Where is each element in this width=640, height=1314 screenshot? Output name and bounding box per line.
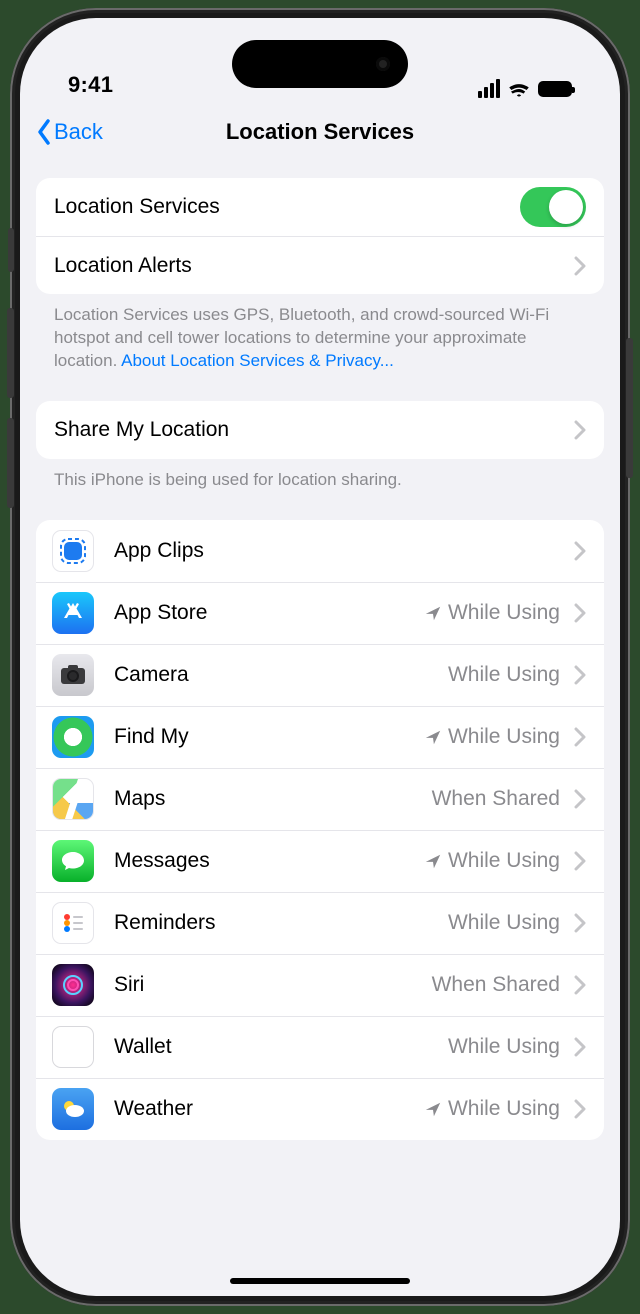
location-services-toggle-row[interactable]: Location Services	[36, 178, 604, 236]
settings-group-main: Location Services Location Alerts	[36, 178, 604, 294]
app-row-camera[interactable]: CameraWhile Using	[36, 644, 604, 706]
messages-app-icon	[52, 840, 94, 882]
app-row-siri[interactable]: SiriWhen Shared	[36, 954, 604, 1016]
chevron-right-icon	[574, 1037, 586, 1057]
app-status-label: While Using	[448, 1035, 560, 1059]
app-name-label: App Clips	[114, 539, 560, 563]
app-row-findmy[interactable]: Find MyWhile Using	[36, 706, 604, 768]
app-status-label: While Using	[448, 911, 560, 935]
chevron-left-icon	[36, 118, 52, 146]
home-indicator[interactable]	[230, 1278, 410, 1284]
page-title: Location Services	[226, 119, 414, 145]
back-button[interactable]: Back	[36, 104, 103, 160]
navigation-bar: Back Location Services	[20, 104, 620, 160]
chevron-right-icon	[574, 603, 586, 623]
app-status-label: While Using	[424, 725, 560, 749]
chevron-right-icon	[574, 851, 586, 871]
chevron-right-icon	[574, 913, 586, 933]
siri-app-icon	[52, 964, 94, 1006]
app-status-label: When Shared	[432, 973, 560, 997]
chevron-right-icon	[574, 420, 586, 440]
row-label: Share My Location	[54, 418, 560, 442]
app-status-label: When Shared	[432, 787, 560, 811]
app-name-label: Weather	[114, 1097, 424, 1121]
wifi-icon	[508, 81, 530, 97]
location-services-toggle[interactable]	[520, 187, 586, 227]
app-row-messages[interactable]: MessagesWhile Using	[36, 830, 604, 892]
app-row-reminders[interactable]: RemindersWhile Using	[36, 892, 604, 954]
footer-text-share: This iPhone is being used for location s…	[36, 459, 604, 492]
location-alerts-row[interactable]: Location Alerts	[36, 236, 604, 294]
app-row-appstore[interactable]: App StoreWhile Using	[36, 582, 604, 644]
app-status-label: While Using	[424, 1097, 560, 1121]
cellular-signal-icon	[478, 79, 500, 98]
app-row-appclips[interactable]: App Clips	[36, 520, 604, 582]
about-location-privacy-link[interactable]: About Location Services & Privacy...	[121, 351, 394, 370]
chevron-right-icon	[574, 1099, 586, 1119]
battery-icon	[538, 81, 572, 97]
appclips-app-icon	[52, 530, 94, 572]
chevron-right-icon	[574, 541, 586, 561]
app-name-label: App Store	[114, 601, 424, 625]
dynamic-island	[232, 40, 408, 88]
app-name-label: Siri	[114, 973, 432, 997]
back-label: Back	[54, 119, 103, 145]
app-name-label: Wallet	[114, 1035, 448, 1059]
settings-group-share: Share My Location	[36, 401, 604, 459]
app-status-label: While Using	[448, 663, 560, 687]
row-label: Location Alerts	[54, 254, 560, 278]
app-name-label: Reminders	[114, 911, 448, 935]
status-time: 9:41	[68, 72, 113, 98]
row-label: Location Services	[54, 195, 520, 219]
chevron-right-icon	[574, 256, 586, 276]
location-arrow-icon	[424, 728, 442, 746]
app-name-label: Camera	[114, 663, 448, 687]
chevron-right-icon	[574, 665, 586, 685]
location-arrow-icon	[424, 604, 442, 622]
app-status-label: While Using	[424, 849, 560, 873]
location-arrow-icon	[424, 1100, 442, 1118]
app-row-weather[interactable]: WeatherWhile Using	[36, 1078, 604, 1140]
maps-app-icon	[52, 778, 94, 820]
appstore-app-icon	[52, 592, 94, 634]
share-my-location-row[interactable]: Share My Location	[36, 401, 604, 459]
findmy-app-icon	[52, 716, 94, 758]
chevron-right-icon	[574, 975, 586, 995]
app-name-label: Maps	[114, 787, 432, 811]
footer-text-main: Location Services uses GPS, Bluetooth, a…	[36, 294, 604, 373]
app-row-maps[interactable]: MapsWhen Shared	[36, 768, 604, 830]
app-row-wallet[interactable]: WalletWhile Using	[36, 1016, 604, 1078]
app-status-label: While Using	[424, 601, 560, 625]
camera-app-icon	[52, 654, 94, 696]
app-name-label: Messages	[114, 849, 424, 873]
wallet-app-icon	[52, 1026, 94, 1068]
reminders-app-icon	[52, 902, 94, 944]
settings-group-apps: App ClipsApp StoreWhile UsingCameraWhile…	[36, 520, 604, 1140]
app-name-label: Find My	[114, 725, 424, 749]
chevron-right-icon	[574, 789, 586, 809]
location-arrow-icon	[424, 852, 442, 870]
chevron-right-icon	[574, 727, 586, 747]
weather-app-icon	[52, 1088, 94, 1130]
